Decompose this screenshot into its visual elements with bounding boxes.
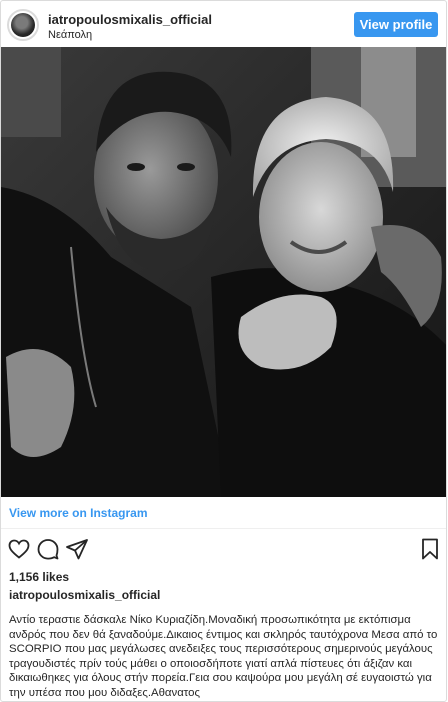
heart-outline-icon[interactable] (7, 537, 31, 561)
caption-text: Αντίο τεραστιε δάσκαλε Νίκο Κυριαζίδη.Μο… (9, 614, 438, 699)
instagram-embed-card: iatropoulosmixalis_official Νεάπολη View… (0, 0, 447, 702)
post-photo-image (1, 47, 446, 497)
post-header: iatropoulosmixalis_official Νεάπολη View… (1, 1, 446, 47)
view-more-on-instagram-link[interactable]: View more on Instagram (9, 506, 148, 520)
caption-username[interactable]: iatropoulosmixalis_official (9, 588, 160, 602)
post-username[interactable]: iatropoulosmixalis_official (48, 12, 212, 27)
divider (1, 528, 446, 529)
share-paper-plane-icon[interactable] (65, 537, 89, 561)
post-photo[interactable] (1, 47, 446, 497)
post-location[interactable]: Νεάπολη (48, 29, 92, 41)
view-profile-button[interactable]: View profile (354, 12, 438, 37)
avatar[interactable] (7, 9, 39, 41)
comment-bubble-icon[interactable] (36, 537, 60, 561)
avatar-image (11, 13, 35, 37)
bookmark-outline-icon[interactable] (418, 537, 442, 561)
post-actions (1, 537, 446, 563)
like-count[interactable]: 1,156 likes (9, 570, 69, 584)
